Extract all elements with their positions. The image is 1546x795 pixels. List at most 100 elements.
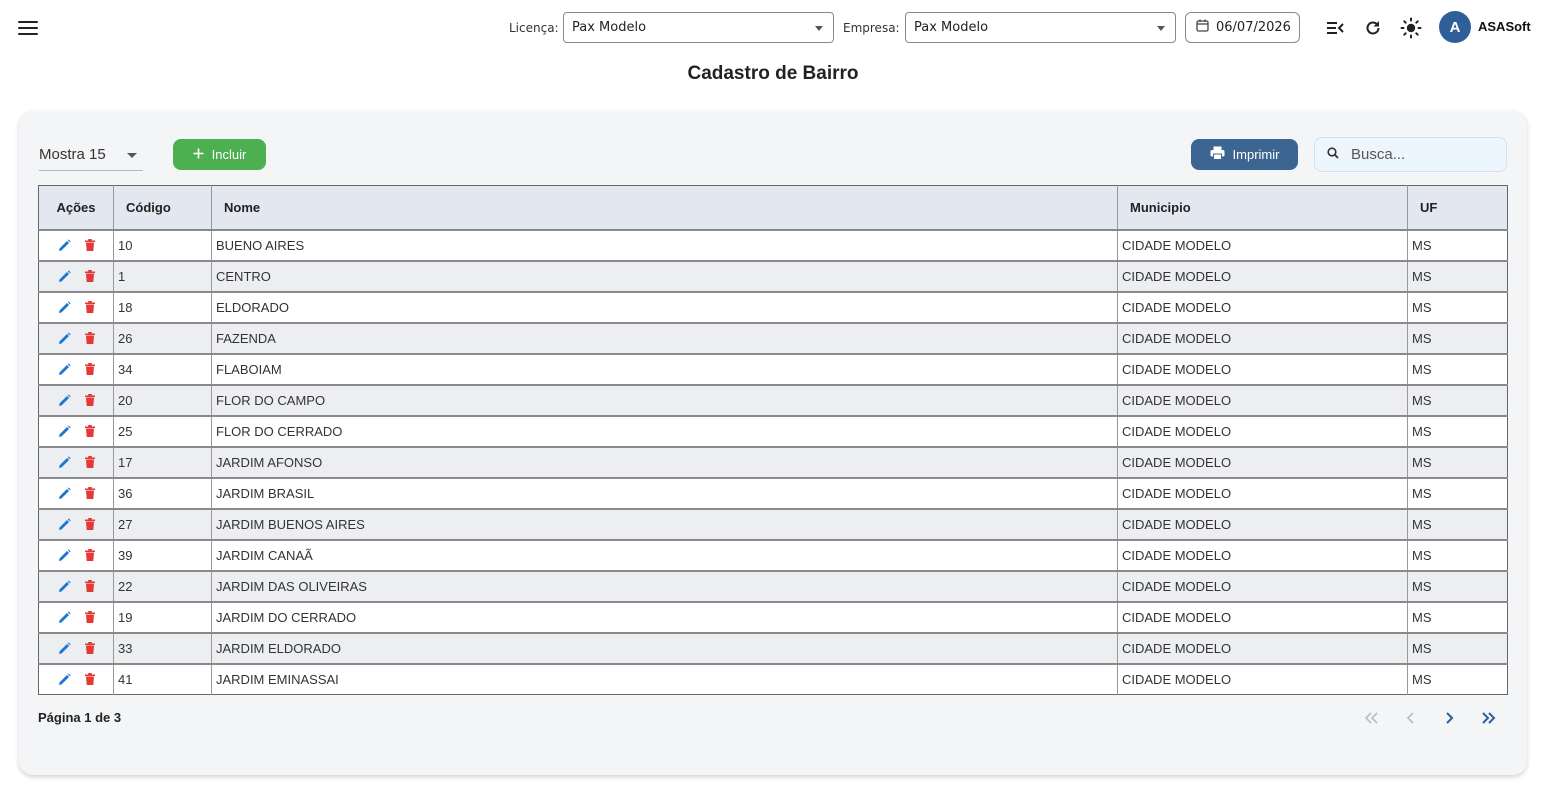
- date-picker[interactable]: 06/07/2026: [1185, 12, 1300, 43]
- row-actions: [38, 384, 114, 417]
- cell-name: JARDIM CANAÃ: [211, 539, 1118, 572]
- cell-state: MS: [1407, 415, 1508, 448]
- menu-icon[interactable]: [14, 15, 42, 41]
- cell-name: FLOR DO CERRADO: [211, 415, 1118, 448]
- cell-state: MS: [1407, 353, 1508, 386]
- search-input[interactable]: [1351, 146, 1491, 163]
- cell-name: JARDIM BRASIL: [211, 477, 1118, 510]
- first-page-icon[interactable]: [1359, 705, 1385, 731]
- next-page-icon[interactable]: [1436, 705, 1462, 731]
- page-size-label: Mostra 15: [39, 146, 106, 163]
- cell-city: CIDADE MODELO: [1117, 539, 1408, 572]
- prev-page-icon[interactable]: [1398, 705, 1424, 731]
- edit-icon[interactable]: [58, 300, 71, 314]
- table-row[interactable]: 34 FLABOIAM CIDADE MODELO MS: [38, 353, 1508, 386]
- edit-icon[interactable]: [58, 579, 71, 593]
- edit-icon[interactable]: [58, 610, 71, 624]
- table-row[interactable]: 20 FLOR DO CAMPO CIDADE MODELO MS: [38, 384, 1508, 417]
- delete-icon[interactable]: [84, 642, 95, 654]
- cell-code: 19: [113, 601, 212, 634]
- last-page-icon[interactable]: [1475, 705, 1501, 731]
- cell-name: JARDIM DO CERRADO: [211, 601, 1118, 634]
- cell-name: CENTRO: [211, 260, 1118, 293]
- print-button[interactable]: Imprimir: [1191, 139, 1298, 170]
- license-value: Pax Modelo: [572, 20, 647, 35]
- table-row[interactable]: 18 ELDORADO CIDADE MODELO MS: [38, 291, 1508, 324]
- cell-code: 27: [113, 508, 212, 541]
- cell-city: CIDADE MODELO: [1117, 446, 1408, 479]
- cell-code: 36: [113, 477, 212, 510]
- table-row[interactable]: 41 JARDIM EMINASSAI CIDADE MODELO MS: [39, 663, 1508, 695]
- table-row[interactable]: 26 FAZENDA CIDADE MODELO MS: [38, 322, 1508, 355]
- cell-city: CIDADE MODELO: [1117, 663, 1408, 695]
- table-body: 10 BUENO AIRES CIDADE MODELO MS 1 CENTRO CIDAD…: [38, 229, 1508, 695]
- table-row[interactable]: 39 JARDIM CANAÃ CIDADE MODELO MS: [38, 539, 1508, 572]
- edit-icon[interactable]: [58, 486, 71, 500]
- delete-icon[interactable]: [84, 580, 95, 592]
- delete-icon[interactable]: [84, 611, 95, 623]
- delete-icon[interactable]: [84, 518, 95, 530]
- column-header-code[interactable]: Código: [113, 185, 212, 231]
- cell-state: MS: [1407, 260, 1508, 293]
- brand-name: ASASoft: [1478, 19, 1531, 34]
- cell-state: MS: [1407, 663, 1508, 695]
- avatar[interactable]: A: [1439, 11, 1471, 43]
- table-row[interactable]: 17 JARDIM AFONSO CIDADE MODELO MS: [38, 446, 1508, 479]
- edit-icon[interactable]: [58, 393, 71, 407]
- delete-icon[interactable]: [84, 549, 95, 561]
- edit-icon[interactable]: [58, 331, 71, 345]
- delete-icon[interactable]: [84, 425, 95, 437]
- cell-city: CIDADE MODELO: [1117, 384, 1408, 417]
- edit-icon[interactable]: [58, 548, 71, 562]
- cell-city: CIDADE MODELO: [1117, 415, 1408, 448]
- cell-city: CIDADE MODELO: [1117, 291, 1408, 324]
- row-actions: [38, 353, 114, 386]
- table-row[interactable]: 25 FLOR DO CERRADO CIDADE MODELO MS: [38, 415, 1508, 448]
- column-header-name[interactable]: Nome: [211, 185, 1118, 231]
- edit-icon[interactable]: [58, 455, 71, 469]
- edit-icon[interactable]: [58, 673, 71, 686]
- delete-icon[interactable]: [84, 270, 95, 282]
- column-header-state[interactable]: UF: [1407, 185, 1508, 231]
- row-actions: [38, 570, 114, 603]
- row-actions: [38, 477, 114, 510]
- edit-icon[interactable]: [58, 641, 71, 655]
- edit-icon[interactable]: [58, 362, 71, 376]
- delete-icon[interactable]: [84, 301, 95, 313]
- refresh-icon[interactable]: [1359, 14, 1387, 42]
- table-row[interactable]: 27 JARDIM BUENOS AIRES CIDADE MODELO MS: [38, 508, 1508, 541]
- search-box: [1314, 137, 1507, 172]
- delete-icon[interactable]: [84, 332, 95, 344]
- edit-icon[interactable]: [58, 424, 71, 438]
- edit-icon[interactable]: [58, 238, 71, 252]
- table-row[interactable]: 19 JARDIM DO CERRADO CIDADE MODELO MS: [38, 601, 1508, 634]
- table-row[interactable]: 33 JARDIM ELDORADO CIDADE MODELO MS: [38, 632, 1508, 665]
- chevron-down-icon: [1157, 26, 1165, 31]
- chevron-down-icon: [127, 153, 137, 158]
- license-select[interactable]: Pax Modelo: [563, 12, 834, 43]
- sun-icon[interactable]: [1397, 14, 1425, 42]
- delete-icon[interactable]: [84, 673, 95, 686]
- collapse-menu-icon[interactable]: [1321, 14, 1349, 42]
- delete-icon[interactable]: [84, 239, 95, 251]
- cell-state: MS: [1407, 508, 1508, 541]
- add-button[interactable]: Incluir: [173, 139, 266, 170]
- delete-icon[interactable]: [84, 487, 95, 499]
- company-select[interactable]: Pax Modelo: [905, 12, 1176, 43]
- cell-state: MS: [1407, 291, 1508, 324]
- print-button-label: Imprimir: [1232, 147, 1280, 162]
- cell-code: 22: [113, 570, 212, 603]
- column-header-city[interactable]: Municipio: [1117, 185, 1408, 231]
- page-size-select[interactable]: Mostra 15: [39, 139, 143, 171]
- edit-icon[interactable]: [58, 269, 71, 283]
- edit-icon[interactable]: [58, 517, 71, 531]
- table-row[interactable]: 10 BUENO AIRES CIDADE MODELO MS: [38, 229, 1508, 262]
- delete-icon[interactable]: [84, 363, 95, 375]
- delete-icon[interactable]: [84, 394, 95, 406]
- cell-state: MS: [1407, 539, 1508, 572]
- cell-name: FLOR DO CAMPO: [211, 384, 1118, 417]
- table-row[interactable]: 22 JARDIM DAS OLIVEIRAS CIDADE MODELO MS: [38, 570, 1508, 603]
- table-row[interactable]: 1 CENTRO CIDADE MODELO MS: [38, 260, 1508, 293]
- delete-icon[interactable]: [84, 456, 95, 468]
- table-row[interactable]: 36 JARDIM BRASIL CIDADE MODELO MS: [38, 477, 1508, 510]
